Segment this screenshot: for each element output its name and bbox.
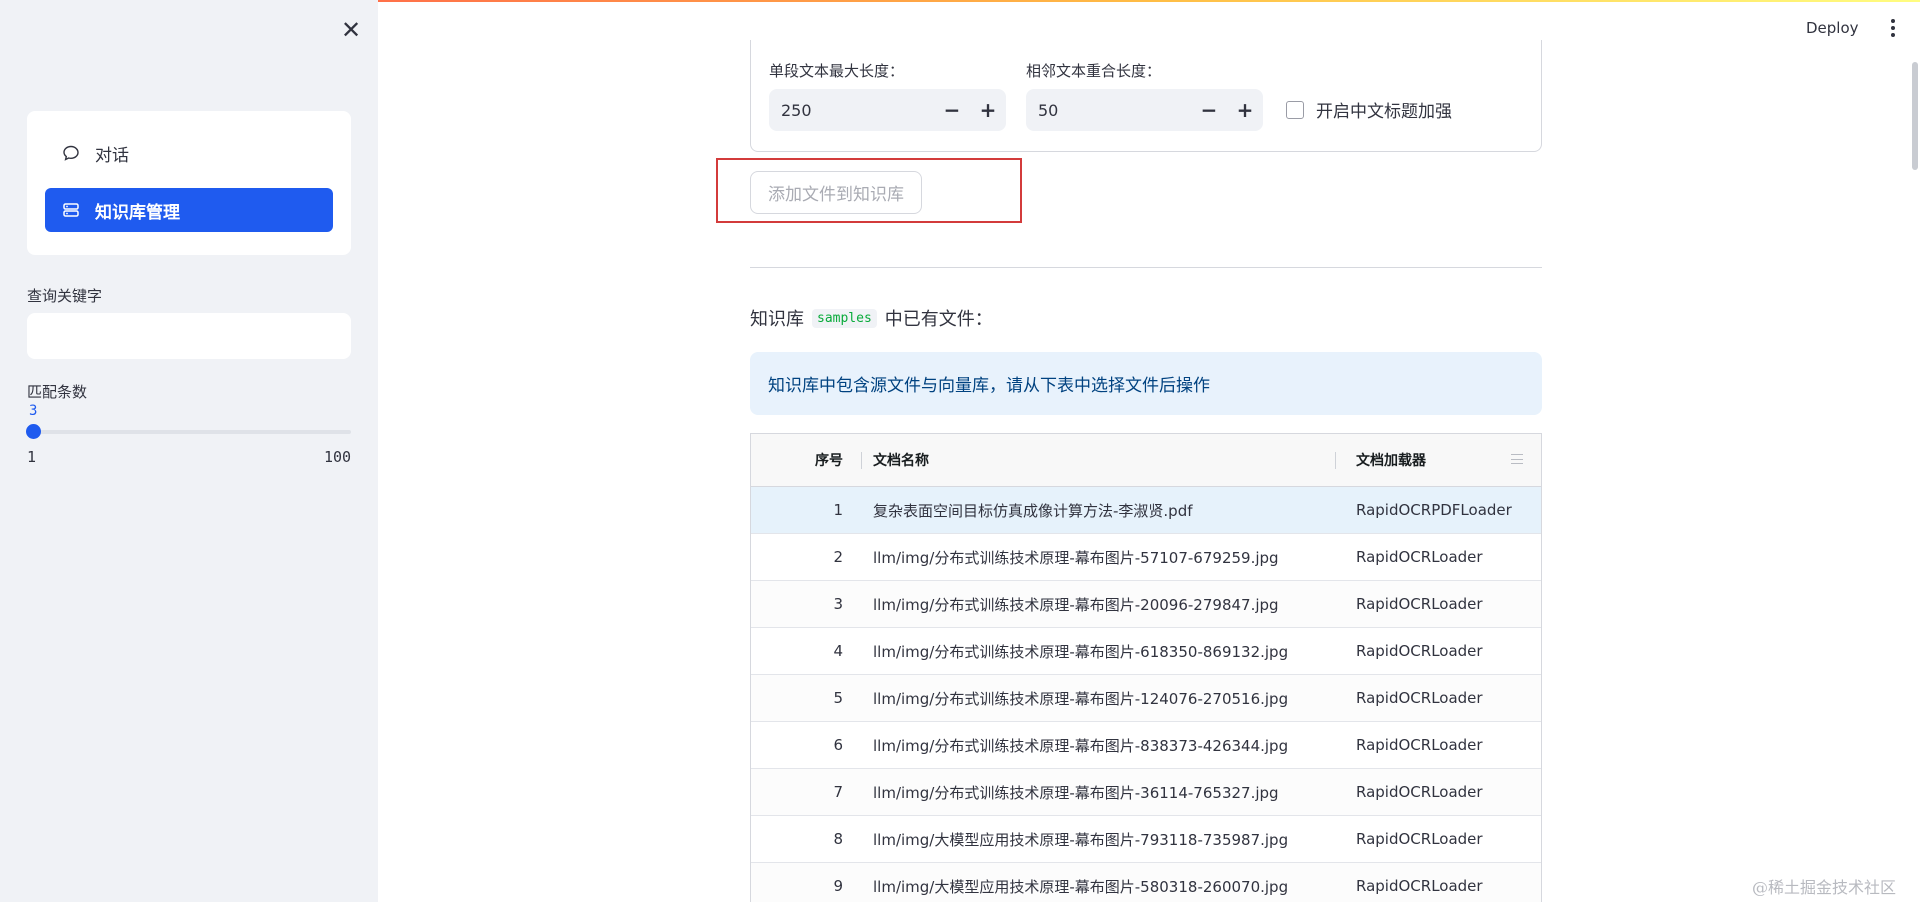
info-alert: 知识库中包含源文件与向量库，请从下表中选择文件后操作 xyxy=(750,352,1542,415)
decrement-button[interactable]: − xyxy=(934,89,970,131)
search-input[interactable] xyxy=(27,313,351,359)
chunk-size-value[interactable]: 250 xyxy=(769,101,934,120)
cell-loader: RapidOCRLoader xyxy=(1356,548,1483,566)
slider-min: 1 xyxy=(27,448,37,466)
cell-name: llm/img/分布式训练技术原理-幕布图片-618350-869132.jpg xyxy=(873,642,1289,661)
cell-loader: RapidOCRLoader xyxy=(1356,642,1483,660)
table-row[interactable]: 4 llm/img/分布式训练技术原理-幕布图片-618350-869132.j… xyxy=(751,628,1541,675)
cell-name: 复杂表面空间目标仿真成像计算方法-李淑贤.pdf xyxy=(873,501,1193,520)
cell-name: llm/img/分布式训练技术原理-幕布图片-36114-765327.jpg xyxy=(873,783,1279,802)
database-icon xyxy=(61,200,81,220)
watermark: @稀土掘金技术社区 xyxy=(1752,878,1897,897)
chat-bubble-icon xyxy=(61,143,81,163)
slider-thumb[interactable] xyxy=(26,424,41,439)
increment-button[interactable]: + xyxy=(970,89,1006,131)
table-body: 1 复杂表面空间目标仿真成像计算方法-李淑贤.pdf RapidOCRPDFLo… xyxy=(751,487,1541,902)
nav-item-knowledge-base[interactable]: 知识库管理 xyxy=(45,188,333,232)
cell-no: 8 xyxy=(833,830,843,848)
info-text: 知识库中包含源文件与向量库，请从下表中选择文件后操作 xyxy=(768,376,1210,396)
cell-name: llm/img/分布式训练技术原理-幕布图片-124076-270516.jpg xyxy=(873,689,1289,708)
column-menu-icon[interactable] xyxy=(1511,454,1523,464)
nav-menu: 对话 知识库管理 xyxy=(27,111,351,255)
column-header-name[interactable]: 文档名称 xyxy=(861,450,1336,470)
kb-heading-prefix: 知识库 xyxy=(750,309,804,330)
nav-item-label: 对话 xyxy=(95,145,129,166)
column-separator[interactable] xyxy=(1335,452,1336,469)
cell-no: 5 xyxy=(833,689,843,707)
cell-no: 3 xyxy=(833,595,843,613)
cell-loader: RapidOCRLoader xyxy=(1356,877,1483,895)
match-count-label: 匹配条数 xyxy=(27,383,88,401)
kb-heading-suffix: 中已有文件： xyxy=(884,309,993,330)
zh-title-checkbox[interactable]: 开启中文标题加强 xyxy=(1286,97,1452,122)
decrement-button[interactable]: − xyxy=(1191,89,1227,131)
nav-item-label: 知识库管理 xyxy=(95,202,180,223)
slider-track[interactable] xyxy=(33,430,351,434)
cell-name: llm/img/分布式训练技术原理-幕布图片-57107-679259.jpg xyxy=(873,548,1279,567)
checkbox-box[interactable] xyxy=(1286,100,1304,119)
chunk-size-label: 单段文本最大长度： xyxy=(769,62,905,80)
table-header: 序号 文档名称 文档加载器 xyxy=(751,434,1541,487)
table-row[interactable]: 2 llm/img/分布式训练技术原理-幕布图片-57107-679259.jp… xyxy=(751,534,1541,581)
cell-no: 9 xyxy=(833,877,843,895)
search-label: 查询关键字 xyxy=(27,287,103,305)
cell-loader: RapidOCRPDFLoader xyxy=(1356,501,1512,519)
checkbox-label: 开启中文标题加强 xyxy=(1316,102,1452,122)
cell-no: 1 xyxy=(833,501,843,519)
cell-loader: RapidOCRLoader xyxy=(1356,595,1483,613)
overlap-label: 相邻文本重合长度： xyxy=(1026,62,1162,80)
cell-name: llm/img/大模型应用技术原理-幕布图片-580318-260070.jpg xyxy=(873,877,1289,896)
more-vertical-icon[interactable] xyxy=(1886,16,1900,40)
cell-no: 2 xyxy=(833,548,843,566)
divider xyxy=(750,267,1542,268)
overlap-value[interactable]: 50 xyxy=(1026,101,1191,120)
cell-name: llm/img/分布式训练技术原理-幕布图片-20096-279847.jpg xyxy=(873,595,1279,614)
cell-no: 4 xyxy=(833,642,843,660)
close-icon[interactable]: ✕ xyxy=(337,16,365,44)
add-to-kb-button[interactable]: 添加文件到知识库 xyxy=(750,171,922,214)
cell-name: llm/img/大模型应用技术原理-幕布图片-793118-735987.jpg xyxy=(873,830,1289,849)
sidebar: ✕ 对话 知识库管理 查询关键字 匹配条数 3 1 100 xyxy=(0,0,378,902)
scrollbar[interactable] xyxy=(1912,62,1918,170)
overlap-stepper: 50 − + xyxy=(1026,89,1263,131)
chunk-size-stepper: 250 − + xyxy=(769,89,1006,131)
slider-max: 100 xyxy=(324,448,352,466)
cell-loader: RapidOCRLoader xyxy=(1356,689,1483,707)
table-row[interactable]: 3 llm/img/分布式训练技术原理-幕布图片-20096-279847.jp… xyxy=(751,581,1541,628)
table-row[interactable]: 9 llm/img/大模型应用技术原理-幕布图片-580318-260070.j… xyxy=(751,863,1541,902)
kb-name: samples xyxy=(812,308,877,328)
cell-name: llm/img/分布式训练技术原理-幕布图片-838373-426344.jpg xyxy=(873,736,1289,755)
column-separator[interactable] xyxy=(861,452,862,469)
cell-loader: RapidOCRLoader xyxy=(1356,783,1483,801)
kb-files-heading: 知识库 samples 中已有文件： xyxy=(750,305,993,331)
nav-item-chat[interactable]: 对话 xyxy=(45,131,333,175)
cell-loader: RapidOCRLoader xyxy=(1356,736,1483,754)
table-row[interactable]: 8 llm/img/大模型应用技术原理-幕布图片-793118-735987.j… xyxy=(751,816,1541,863)
slider-value: 3 xyxy=(29,403,38,419)
files-table: 序号 文档名称 文档加载器 1 复杂表面空间目标仿真成像计算方法-李淑贤.pdf… xyxy=(750,433,1542,902)
deploy-button[interactable]: Deploy xyxy=(1806,16,1859,40)
cell-no: 7 xyxy=(833,783,843,801)
table-row[interactable]: 6 llm/img/分布式训练技术原理-幕布图片-838373-426344.j… xyxy=(751,722,1541,769)
cell-no: 6 xyxy=(833,736,843,754)
table-row[interactable]: 5 llm/img/分布式训练技术原理-幕布图片-124076-270516.j… xyxy=(751,675,1541,722)
column-header-no[interactable]: 序号 xyxy=(751,450,861,470)
table-row[interactable]: 1 复杂表面空间目标仿真成像计算方法-李淑贤.pdf RapidOCRPDFLo… xyxy=(751,487,1541,534)
table-row[interactable]: 7 llm/img/分布式训练技术原理-幕布图片-36114-765327.jp… xyxy=(751,769,1541,816)
cell-loader: RapidOCRLoader xyxy=(1356,830,1483,848)
increment-button[interactable]: + xyxy=(1227,89,1263,131)
